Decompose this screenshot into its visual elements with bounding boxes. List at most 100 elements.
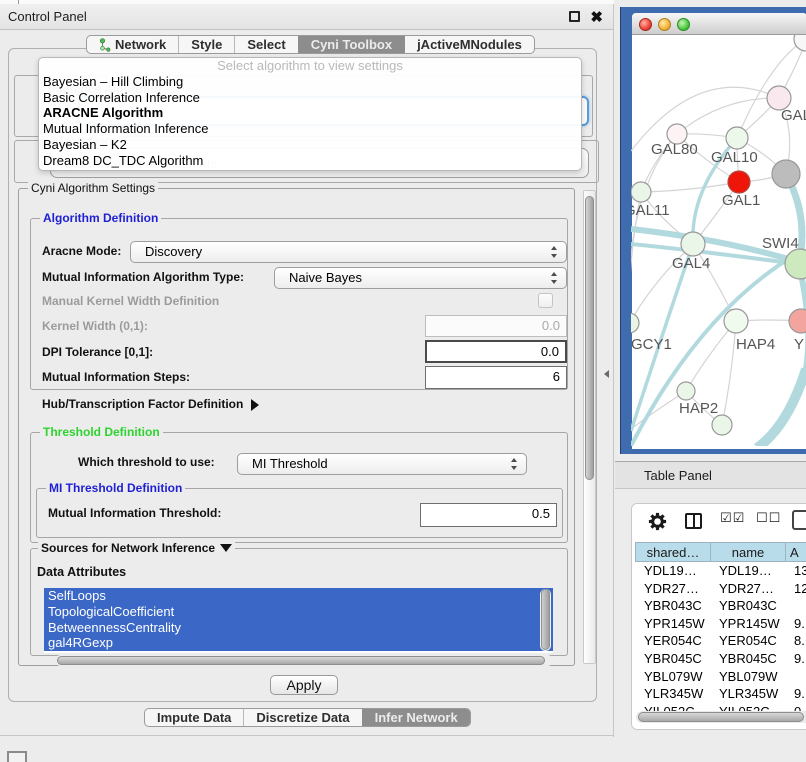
table-row[interactable]: YBR045CYBR045C9. — [635, 650, 806, 668]
network-icon — [99, 38, 111, 52]
gear-icon[interactable] — [648, 512, 667, 531]
control-panel-title: Control Panel — [8, 9, 87, 24]
minimize-traffic-light[interactable] — [658, 18, 671, 31]
algorithm-option[interactable]: Basic Correlation Inference — [39, 90, 581, 106]
graph-node-label: GAL4 — [672, 255, 710, 272]
data-attribute-item[interactable]: BetweennessCentrality — [44, 620, 553, 636]
dpi-tolerance-label: DPI Tolerance [0,1]: — [42, 345, 153, 359]
tab-style[interactable]: Style — [178, 36, 234, 53]
algorithm-option[interactable]: Bayesian – K2 — [39, 137, 581, 153]
table-row[interactable]: YPR145WYPR145W9. — [635, 615, 806, 633]
algorithm-definition-group: Algorithm Definition Aracne Mode: Discov… — [30, 218, 568, 390]
table-row[interactable]: YDL19…YDL19…13 — [635, 562, 806, 580]
tab-cyni-toolbox[interactable]: Cyni Toolbox — [298, 36, 404, 53]
settings-vertical-scrollbar[interactable] — [583, 190, 596, 664]
graph-node-y[interactable] — [789, 309, 806, 333]
collapsed-arrow-icon — [251, 399, 259, 411]
algorithm-option[interactable]: Bayesian – Hill Climbing — [39, 74, 581, 90]
graph-node-label: HAP2 — [679, 400, 718, 417]
graph-node-gal10[interactable] — [726, 127, 748, 149]
graph-node-label: GAL11 — [631, 202, 670, 219]
settings-group-title: Cyni Algorithm Settings — [28, 181, 158, 195]
sources-title[interactable]: Sources for Network Inference — [38, 541, 235, 555]
graph-node-gal4[interactable] — [681, 232, 705, 256]
graph-node-label: HAP4 — [736, 336, 775, 353]
tab-impute-data[interactable]: Impute Data — [145, 709, 243, 726]
unselect-all-columns-icon[interactable]: ☐☐ — [756, 511, 781, 526]
data-attribute-item[interactable]: gal4RGexp — [44, 635, 553, 651]
tab-jactivemnodules[interactable]: jActiveMNodules — [404, 36, 534, 53]
graph-node-gal1[interactable] — [728, 171, 750, 193]
dpi-tolerance-input[interactable]: 0.0 — [425, 340, 567, 363]
table-panel-card: ☑☑ ☐☐ shared…nameA YDL19…YDL19…13YDR27…Y… — [631, 503, 806, 730]
tab-infer-network[interactable]: Infer Network — [362, 709, 470, 726]
list-vertical-scrollbar[interactable] — [540, 589, 551, 651]
mi-type-combobox[interactable]: Naive Bayes — [274, 267, 567, 289]
algorithm-option[interactable]: Dream8 DC_TDC Algorithm — [39, 153, 581, 169]
mi-threshold-input[interactable]: 0.5 — [420, 503, 557, 527]
data-attribute-item[interactable]: TopologicalCoefficient — [44, 604, 553, 620]
splitter-collapse-icon[interactable] — [604, 370, 609, 378]
graph-node[interactable] — [772, 160, 800, 188]
table-row[interactable]: YER054CYER054C8. — [635, 632, 806, 650]
control-panel-titlebar: Control Panel ✖ — [0, 4, 613, 30]
graph-node-swi4[interactable] — [785, 249, 806, 279]
column-header[interactable]: name — [710, 542, 785, 562]
network-graph[interactable]: GAL7GAL80GAL10GAL1GAL11GAL4SWI4HAP4YGCY1… — [631, 35, 806, 446]
kernel-width-label: Kernel Width (0,1): — [42, 319, 148, 333]
tab-network[interactable]: Network — [87, 36, 178, 53]
close-icon[interactable]: ✖ — [590, 5, 603, 31]
data-attributes-label: Data Attributes — [37, 565, 126, 579]
show-columns-icon[interactable] — [685, 513, 702, 529]
graph-node-label: SWI4 — [762, 235, 799, 252]
network-window-titlebar[interactable] — [632, 13, 806, 35]
collapsed-panel-button[interactable] — [7, 751, 27, 762]
table-row[interactable]: YDR27…YDR27…12 — [635, 580, 806, 598]
which-threshold-combobox[interactable]: MI Threshold — [237, 453, 527, 475]
graph-node-label: GAL80 — [651, 141, 698, 158]
graph-edge[interactable] — [641, 182, 739, 192]
data-attribute-item[interactable]: SelfLoops — [44, 588, 553, 604]
hub-definition-toggle[interactable]: Hub/Transcription Factor Definition — [42, 397, 259, 411]
graph-edge[interactable] — [686, 321, 736, 391]
control-panel-window: Control Panel ✖ Inference Algorithm Tabl… — [0, 4, 614, 737]
column-header[interactable]: shared… — [635, 542, 710, 562]
close-traffic-light[interactable] — [639, 18, 652, 31]
which-threshold-label: Which threshold to use: — [78, 455, 215, 469]
graph-node[interactable] — [712, 415, 732, 435]
table-row[interactable]: YLR345WYLR345W9. — [635, 685, 806, 703]
kernel-width-input[interactable]: 0.0 — [425, 315, 567, 337]
data-attributes-list[interactable]: SelfLoopsTopologicalCoefficientBetweenne… — [44, 588, 553, 653]
aracne-mode-combobox[interactable]: Discovery — [130, 241, 567, 263]
table-panel-title: Table Panel — [644, 468, 712, 483]
zoom-traffic-light[interactable] — [677, 18, 690, 31]
graph-node-gcy1[interactable] — [631, 313, 639, 333]
algorithm-option[interactable]: ARACNE Algorithm — [39, 105, 581, 121]
select-all-columns-icon[interactable]: ☑☑ — [720, 511, 745, 526]
combo-arrows-icon — [510, 457, 519, 471]
graph-node[interactable] — [794, 35, 806, 51]
partial-toolbar-icon[interactable] — [792, 510, 806, 530]
graph-node-hap4[interactable] — [724, 309, 748, 333]
aracne-mode-label: Aracne Mode: — [42, 244, 121, 258]
apply-button[interactable]: Apply — [270, 675, 338, 695]
graph-node-gal11[interactable] — [631, 182, 651, 202]
control-panel-tabs: NetworkStyleSelectCyni ToolboxjActiveMNo… — [86, 35, 535, 54]
table-row[interactable]: YBL079WYBL079W — [635, 668, 806, 686]
float-window-icon[interactable] — [569, 11, 580, 22]
graph-node-hap2[interactable] — [677, 382, 695, 400]
graph-edge[interactable] — [677, 98, 779, 134]
mi-steps-input[interactable]: 6 — [425, 366, 567, 389]
manual-kernel-checkbox[interactable] — [538, 293, 553, 308]
settings-horizontal-scrollbar[interactable] — [55, 655, 553, 666]
threshold-definition-group: Threshold Definition Which threshold to … — [30, 432, 568, 543]
table-row[interactable]: YBR043CYBR043C — [635, 597, 806, 615]
algorithm-option[interactable]: Mutual Information Inference — [39, 121, 581, 137]
column-header[interactable]: A — [785, 542, 806, 562]
table-horizontal-scrollbar[interactable] — [636, 711, 806, 723]
tab-select[interactable]: Select — [234, 36, 297, 53]
tab-discretize-data[interactable]: Discretize Data — [243, 709, 361, 726]
graph-edge[interactable] — [757, 369, 806, 446]
manual-kernel-label: Manual Kernel Width Definition — [42, 294, 219, 308]
expanded-arrow-icon — [220, 544, 232, 552]
